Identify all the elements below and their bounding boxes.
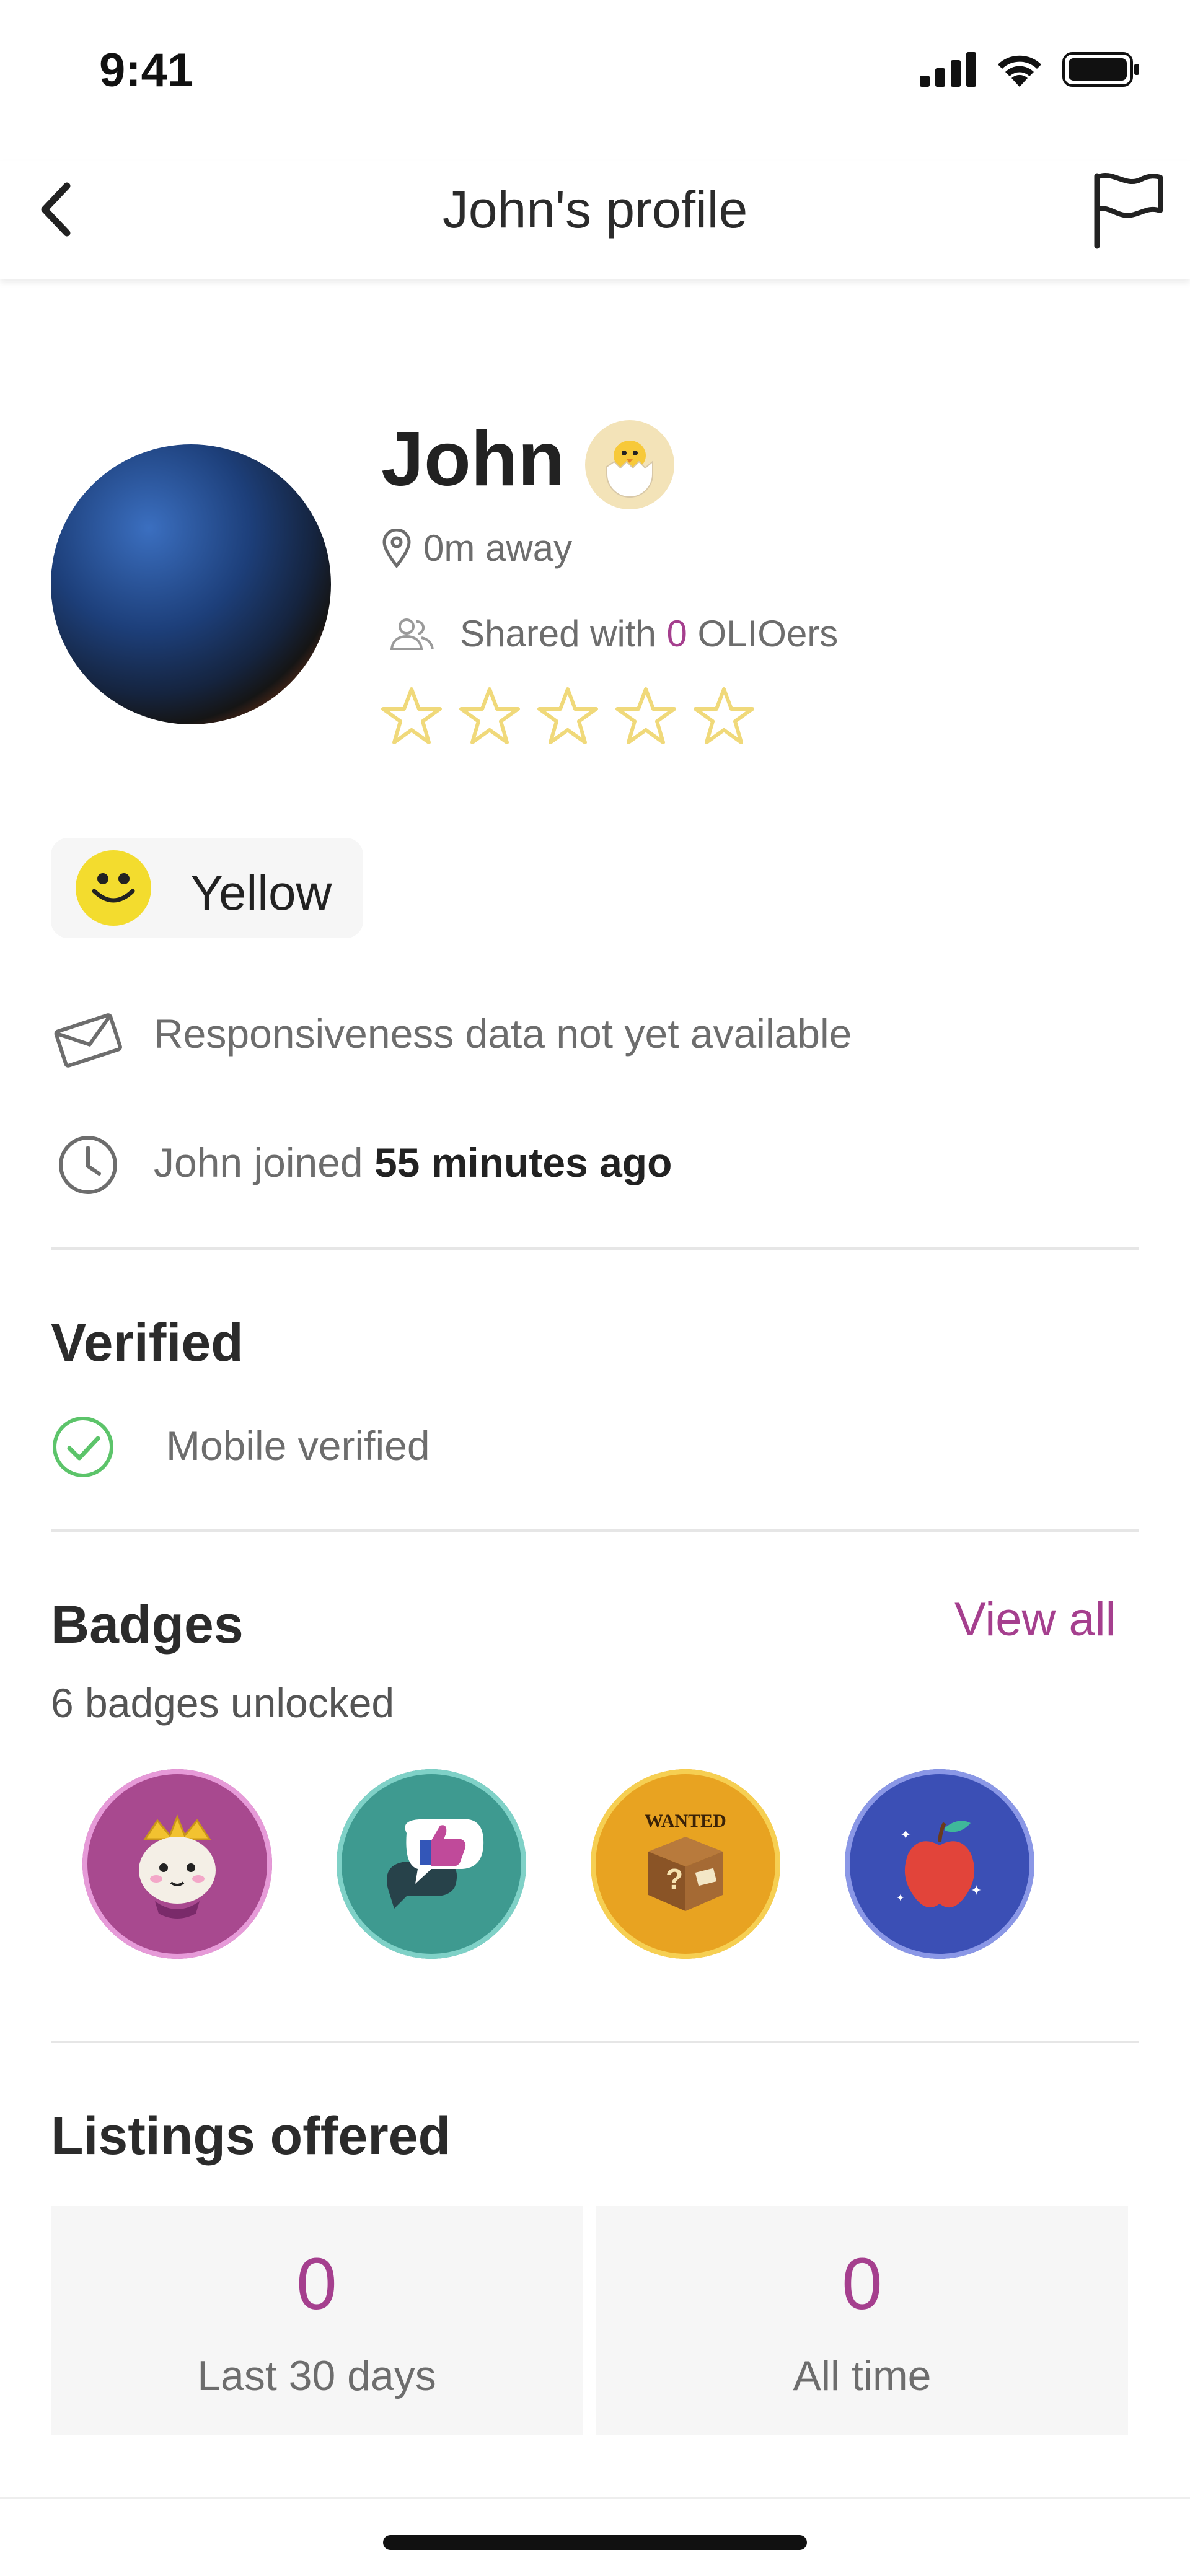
rating-stars [379,685,756,747]
battery-icon [1062,52,1139,87]
distance-text: 0m away [423,527,573,569]
badges-heading: Badges [51,1595,244,1655]
status-time: 9:41 [99,44,194,97]
view-all-badges-link[interactable]: View all [954,1593,1116,1646]
star-icon [381,687,442,744]
wifi-icon [998,55,1041,87]
status-icons [920,51,1140,88]
svg-text:✦: ✦ [971,1883,982,1899]
shared-suffix: OLIOers [687,613,839,654]
badges-count: 6 badges unlocked [51,1680,395,1726]
crown-badge-icon[interactable] [82,1769,272,1959]
profile-name: John [381,416,565,502]
stat-label: All time [793,2352,932,2399]
wanted-box-badge-icon[interactable]: WANTED ? [591,1769,780,1959]
envelope-icon [53,1009,123,1074]
stat-label: Last 30 days [197,2352,436,2399]
star-icon [537,687,598,744]
divider [51,1247,1139,1250]
thumbs-up-badge-icon[interactable] [337,1769,526,1959]
joined-time: 55 minutes ago [374,1140,672,1185]
star-icon [694,687,754,744]
star-icon [615,687,676,744]
tab-bar-divider [0,2497,1190,2499]
listings-heading: Listings offered [51,2106,451,2166]
apple-badge-icon[interactable]: ✦ ✦ ✦ [845,1769,1034,1959]
flag-icon [1094,172,1163,249]
stat-value: 0 [296,2243,337,2325]
svg-text:?: ? [666,1863,683,1895]
avatar [51,444,331,724]
joined-text: John joined 55 minutes ago [154,1139,672,1186]
shared-count: 0 [666,613,687,654]
svg-text:✦: ✦ [896,1892,904,1904]
verified-heading: Verified [51,1313,244,1373]
stat-value: 0 [842,2243,883,2325]
verified-item: Mobile verified [166,1423,430,1469]
smiley-level-icon [76,850,151,926]
level-label: Yellow [190,865,332,920]
shared-text: Shared with 0 OLIOers [460,612,838,655]
users-icon [390,618,434,650]
report-button[interactable] [1091,169,1165,249]
divider [51,2041,1139,2043]
signal-icon [920,52,976,87]
shared-prefix: Shared with [460,613,667,654]
shared-row: Shared with 0 OLIOers [388,612,838,655]
home-indicator[interactable] [383,2535,807,2550]
page-title: John's profile [442,180,748,239]
star-icon [459,687,520,744]
hatching-chick-icon [585,420,674,509]
distance-row: 0m away [381,527,572,569]
wanted-text: WANTED [645,1811,726,1831]
clock-icon [56,1133,120,1200]
location-pin-icon [382,528,411,568]
responsiveness-text: Responsiveness data not yet available [154,1011,852,1057]
divider [51,1529,1139,1532]
check-circle-icon [51,1415,115,1482]
svg-text:✦: ✦ [900,1827,911,1843]
joined-prefix: John joined [154,1140,374,1185]
